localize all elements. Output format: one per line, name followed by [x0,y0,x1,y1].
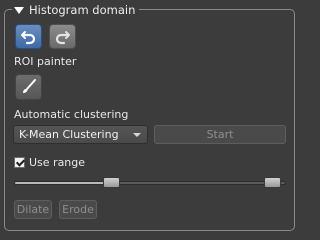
redo-icon [55,31,70,45]
automatic-clustering-label: Automatic clustering [14,108,129,121]
brush-icon [22,79,36,93]
triangle-down-icon[interactable] [14,7,24,14]
dilate-button[interactable]: Dilate [14,200,52,219]
dilate-button-label: Dilate [16,203,50,216]
roi-brush-button[interactable] [15,74,42,100]
roi-painter-label: ROI painter [14,55,77,68]
use-range-row[interactable]: Use range [14,156,85,169]
undo-button[interactable] [15,24,42,49]
use-range-label: Use range [29,156,86,169]
range-slider-low-handle[interactable] [103,177,121,188]
range-slider-track[interactable] [14,181,286,185]
undo-icon [21,31,36,45]
start-button[interactable]: Start [154,125,286,144]
use-range-checkbox[interactable] [14,157,25,168]
range-slider-fill [15,182,113,184]
chevron-down-icon [133,133,141,137]
clustering-method-value: K-Mean Clustering [19,128,119,141]
group-header[interactable]: Histogram domain [12,2,140,18]
clustering-method-select[interactable]: K-Mean Clustering [13,125,148,144]
start-button-label: Start [206,128,234,141]
erode-button[interactable]: Erode [59,200,97,219]
range-slider-high-handle[interactable] [263,177,281,188]
erode-button-label: Erode [62,203,94,216]
redo-button[interactable] [49,24,76,49]
group-title: Histogram domain [29,3,136,17]
